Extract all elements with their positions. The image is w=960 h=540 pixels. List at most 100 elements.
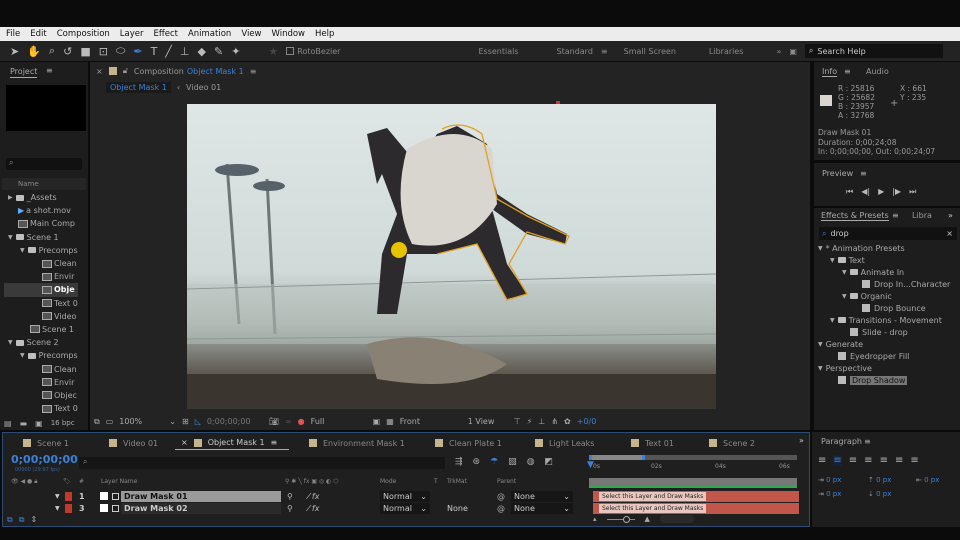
more-panels-icon[interactable]: »	[948, 211, 953, 220]
timeline-icon[interactable]: ⊥	[538, 417, 545, 426]
project-item[interactable]: Clean	[4, 362, 78, 375]
project-item[interactable]: Clean	[4, 257, 78, 270]
effects-item[interactable]: Drop In...Character	[818, 278, 956, 290]
flowchart-icon[interactable]: ⋔	[551, 417, 558, 426]
eraser-tool-icon[interactable]: ◆	[198, 45, 206, 58]
menu-view[interactable]: View	[241, 29, 261, 39]
timeline-scrollbar[interactable]	[659, 515, 694, 523]
align-right-icon[interactable]: ≡	[849, 455, 857, 466]
menu-window[interactable]: Window	[271, 29, 305, 39]
blend-mode-dropdown[interactable]: Normal ⌄	[380, 490, 430, 502]
panel-menu-icon[interactable]: ≡	[892, 211, 899, 220]
layer-label-color[interactable]	[65, 503, 72, 513]
timeline-tab[interactable]: Light Leaks	[515, 436, 611, 450]
twirl-icon[interactable]: ▼	[8, 339, 13, 346]
toggle-switches-icon[interactable]: ⧉	[7, 515, 13, 525]
menu-help[interactable]: Help	[315, 29, 334, 39]
next-frame-icon[interactable]: |▶	[892, 187, 901, 197]
effects-item[interactable]: ▼ Organic	[818, 290, 956, 302]
last-frame-icon[interactable]: ⏭	[909, 187, 916, 197]
indent-right-value[interactable]: 0 px	[924, 476, 939, 484]
panel-menu-icon[interactable]: ≡	[46, 66, 53, 75]
indent-left-value[interactable]: 0 px	[826, 476, 841, 484]
effects-item[interactable]: Drop Bounce	[818, 302, 956, 314]
pick-whip-icon[interactable]: @	[497, 492, 505, 501]
more-tabs-icon[interactable]: »	[799, 436, 804, 445]
twirl-icon[interactable]: ▼	[842, 269, 847, 276]
shy-layers-icon[interactable]: ☂	[490, 457, 498, 467]
project-item[interactable]: Video	[4, 310, 78, 323]
search-help-input[interactable]: ⌕ Search Help	[804, 44, 943, 58]
align-center-icon[interactable]: ≡	[833, 455, 842, 466]
effects-item[interactable]: ▼ * Animation Presets	[818, 242, 956, 254]
workspace-standard[interactable]: Standard	[557, 47, 593, 56]
audio-tab[interactable]: Audio	[866, 67, 889, 76]
effects-item[interactable]: ▼ Perspective	[818, 362, 956, 374]
transparency-grid-icon[interactable]: ▦	[386, 417, 394, 426]
project-item[interactable]: Objec	[4, 389, 78, 402]
shy-switch-icon[interactable]: ⚲	[287, 492, 293, 501]
menu-effect[interactable]: Effect	[154, 29, 178, 39]
playhead-icon[interactable]: ▼	[587, 460, 594, 470]
effects-item[interactable]: ▼ Generate	[818, 338, 956, 350]
twirl-icon[interactable]: ▶	[8, 194, 13, 201]
panel-menu-icon[interactable]: ≡	[864, 437, 871, 446]
exposure-value[interactable]: +0/0	[577, 417, 597, 426]
twirl-icon[interactable]: ▼	[20, 247, 25, 254]
justify-all-icon[interactable]: ≡	[910, 455, 918, 466]
selection-tool-icon[interactable]: ➤	[10, 45, 19, 58]
region-of-interest-icon[interactable]: ▣	[373, 417, 381, 426]
twirl-icon[interactable]: ▼	[830, 257, 835, 264]
justify-left-icon[interactable]: ≡	[864, 455, 872, 466]
interpret-footage-icon[interactable]: ▤	[4, 419, 12, 428]
timeline-tab[interactable]: Clean Plate 1	[415, 436, 515, 450]
twirl-icon[interactable]: ▼	[818, 365, 823, 372]
shy-switch-icon[interactable]: ⚲	[287, 504, 293, 513]
effects-item[interactable]: ▼ Animate In	[818, 266, 956, 278]
effects-presets-tab[interactable]: Effects & Presets	[821, 211, 889, 221]
previous-frame-icon[interactable]: ◀|	[861, 187, 870, 197]
paragraph-tab[interactable]: Paragraph	[821, 437, 862, 446]
layer-duration-bar[interactable]: Select this Layer and Draw Masks	[593, 502, 799, 514]
panel-menu-icon[interactable]: ≡	[844, 67, 851, 76]
lock-icon[interactable]: 🔓︎	[123, 66, 128, 76]
show-snapshot-icon[interactable]: ∞	[285, 417, 292, 426]
timeline-tab[interactable]: Video 01	[89, 436, 175, 450]
twirl-icon[interactable]: ▼	[818, 341, 823, 348]
project-item[interactable]: ▼ Precomps	[4, 349, 78, 362]
fast-previews-icon[interactable]: ⚡︎	[527, 417, 533, 426]
zoom-slider[interactable]	[606, 515, 635, 523]
brush-tool-icon[interactable]: ╱	[165, 45, 172, 58]
menu-composition[interactable]: Composition	[57, 29, 110, 39]
project-item[interactable]: Obje	[4, 283, 78, 297]
parent-dropdown[interactable]: None ⌄	[511, 502, 573, 514]
view-layout-dropdown[interactable]: 1 View	[468, 417, 508, 426]
clone-stamp-tool-icon[interactable]: ⊥	[180, 45, 190, 58]
effects-item[interactable]: Slide - drop	[818, 326, 956, 338]
clear-search-icon[interactable]: ×	[946, 229, 953, 238]
comp-flowchart-icon[interactable]: ⇶	[455, 457, 463, 467]
layer-duration-bar[interactable]: Select this Layer and Draw Masks	[593, 490, 799, 502]
more-workspaces-icon[interactable]: »	[776, 47, 781, 56]
timeline-tab[interactable]: Scene 1	[3, 436, 89, 450]
effects-item[interactable]: ▼ Text	[818, 254, 956, 266]
current-timecode[interactable]: 0;00;00;00	[11, 453, 78, 466]
effects-item[interactable]: Eyedropper Fill	[818, 350, 956, 362]
twirl-icon[interactable]: ▼	[55, 493, 60, 500]
new-folder-icon[interactable]: ▬	[20, 419, 28, 428]
workspace-menu-icon[interactable]: ≡	[601, 47, 608, 56]
workspace-essentials[interactable]: Essentials	[478, 47, 518, 56]
zoom-out-icon[interactable]: ▴	[593, 515, 597, 523]
workspace-libraries[interactable]: Libraries	[709, 47, 744, 56]
libraries-tab[interactable]: Libra	[912, 211, 932, 220]
snapshot-icon[interactable]: 📷︎	[269, 417, 279, 426]
layer-name[interactable]: Draw Mask 01	[121, 490, 281, 502]
menu-file[interactable]: File	[6, 29, 20, 39]
effects-search-input[interactable]: ⌕ drop ×	[819, 227, 957, 240]
project-tab[interactable]: Project	[10, 67, 38, 78]
align-left-icon[interactable]: ≡	[818, 455, 826, 466]
toggle-in-out-icon[interactable]: ⇕	[30, 515, 37, 525]
project-item[interactable]: ▶ _Assets	[4, 191, 78, 204]
twirl-icon[interactable]: ▼	[8, 234, 13, 241]
layer-row[interactable]: ▼ 3 Draw Mask 02 ⚲ ⁄ fx Normal ⌄ None @ …	[3, 502, 811, 514]
